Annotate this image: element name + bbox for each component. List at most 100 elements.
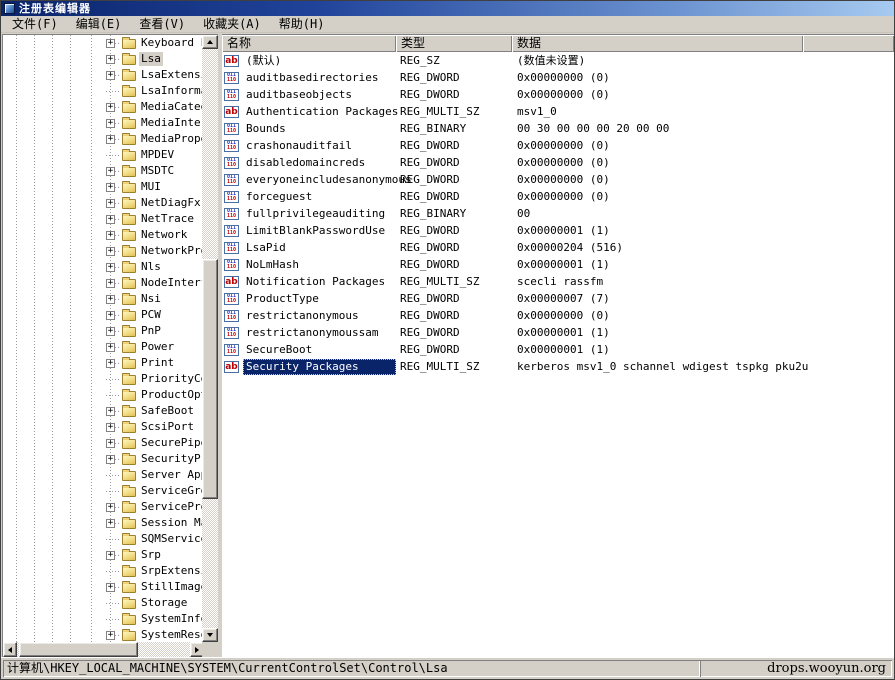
expand-toggle[interactable]: + [106, 439, 115, 448]
tree-item[interactable]: +MediaPrope [3, 131, 202, 147]
tree-item[interactable]: ProductOpt [3, 387, 202, 403]
scroll-up-button[interactable] [202, 35, 218, 49]
tree-item[interactable]: +NetTrace [3, 211, 202, 227]
tree-item[interactable]: Storage [3, 595, 202, 611]
tree-item[interactable]: +MediaCateg [3, 99, 202, 115]
registry-value-row[interactable]: 011110everyoneincludesanonymousREG_DWORD… [222, 171, 894, 188]
tree-item[interactable]: +StillImage [3, 579, 202, 595]
registry-value-row[interactable]: ab(默认)REG_SZ(数值未设置) [222, 52, 894, 69]
registry-value-row[interactable]: 011110restrictanonymousREG_DWORD0x000000… [222, 307, 894, 324]
registry-value-row[interactable]: 011110crashonauditfailREG_DWORD0x0000000… [222, 137, 894, 154]
tree-item[interactable]: +Nls [3, 259, 202, 275]
expand-toggle[interactable]: + [106, 199, 115, 208]
tree-item[interactable]: +SystemReso [3, 627, 202, 642]
tree-item[interactable]: +MSDTC [3, 163, 202, 179]
expand-toggle[interactable]: + [106, 455, 115, 464]
registry-value-row[interactable]: abSecurity PackagesREG_MULTI_SZkerberos … [222, 358, 894, 375]
tree-item[interactable]: ServiceGro [3, 483, 202, 499]
tree-item[interactable]: +MUI [3, 179, 202, 195]
tree-item[interactable]: +NetDiagFx [3, 195, 202, 211]
registry-value-row[interactable]: 011110NoLmHashREG_DWORD0x00000001 (1) [222, 256, 894, 273]
scroll-down-button[interactable] [202, 628, 218, 642]
registry-value-row[interactable]: 011110LsaPidREG_DWORD0x00000204 (516) [222, 239, 894, 256]
registry-value-row[interactable]: 011110fullprivilegeauditingREG_BINARY00 [222, 205, 894, 222]
registry-value-row[interactable]: abAuthentication PackagesREG_MULTI_SZmsv… [222, 103, 894, 120]
title-bar[interactable]: 注册表编辑器 [1, 1, 894, 16]
tree-item[interactable]: +Power [3, 339, 202, 355]
expand-toggle[interactable]: + [106, 263, 115, 272]
column-header-name[interactable]: 名称 [222, 35, 396, 52]
registry-value-row[interactable]: 011110auditbasedirectoriesREG_DWORD0x000… [222, 69, 894, 86]
tree-item[interactable]: +Network [3, 227, 202, 243]
menu-item[interactable]: 编辑(E) [67, 16, 131, 32]
tree-item[interactable]: +SafeBoot [3, 403, 202, 419]
expand-toggle[interactable]: + [106, 343, 115, 352]
expand-toggle[interactable]: + [106, 215, 115, 224]
column-header-type[interactable]: 类型 [396, 35, 512, 52]
expand-toggle[interactable]: + [106, 503, 115, 512]
registry-value-row[interactable]: 011110BoundsREG_BINARY00 30 00 00 00 20 … [222, 120, 894, 137]
expand-toggle[interactable]: + [106, 55, 115, 64]
menu-item[interactable]: 文件(F) [3, 16, 67, 32]
expand-toggle[interactable]: + [106, 39, 115, 48]
registry-value-row[interactable]: abNotification PackagesREG_MULTI_SZscecl… [222, 273, 894, 290]
tree-item[interactable]: +Nsi [3, 291, 202, 307]
expand-toggle[interactable]: + [106, 359, 115, 368]
registry-value-row[interactable]: 011110ProductTypeREG_DWORD0x00000007 (7) [222, 290, 894, 307]
expand-toggle[interactable]: + [106, 631, 115, 640]
menu-item[interactable]: 查看(V) [130, 16, 194, 32]
column-header-data[interactable]: 数据 [512, 35, 803, 52]
registry-value-row[interactable]: 011110SecureBootREG_DWORD0x00000001 (1) [222, 341, 894, 358]
expand-toggle[interactable]: + [106, 295, 115, 304]
expand-toggle[interactable]: + [106, 407, 115, 416]
expand-toggle[interactable]: + [106, 551, 115, 560]
tree-item[interactable]: +Lsa [3, 51, 202, 67]
expand-toggle[interactable]: + [106, 247, 115, 256]
tree-item[interactable]: +MediaInter [3, 115, 202, 131]
tree-item[interactable]: +Srp [3, 547, 202, 563]
vertical-scroll-thumb[interactable] [202, 259, 218, 499]
menu-item[interactable]: 收藏夹(A) [194, 16, 270, 32]
tree-item[interactable]: +PnP [3, 323, 202, 339]
tree-item[interactable]: SystemInfo [3, 611, 202, 627]
expand-toggle[interactable]: + [106, 519, 115, 528]
expand-toggle[interactable]: + [106, 183, 115, 192]
registry-value-row[interactable]: 011110disabledomaincredsREG_DWORD0x00000… [222, 154, 894, 171]
expand-toggle[interactable]: + [106, 119, 115, 128]
registry-value-row[interactable]: 011110auditbaseobjectsREG_DWORD0x0000000… [222, 86, 894, 103]
tree-item[interactable]: SQMService [3, 531, 202, 547]
tree-item[interactable]: MPDEV [3, 147, 202, 163]
expand-toggle[interactable]: + [106, 423, 115, 432]
tree-item[interactable]: +ScsiPort [3, 419, 202, 435]
tree-item[interactable]: +Print [3, 355, 202, 371]
tree-item[interactable]: LsaInforma [3, 83, 202, 99]
horizontal-scroll-thumb[interactable] [19, 642, 138, 657]
expand-toggle[interactable]: + [106, 311, 115, 320]
app-icon[interactable] [4, 3, 15, 14]
expand-toggle[interactable]: + [106, 279, 115, 288]
tree-horizontal-scrollbar[interactable] [3, 642, 204, 657]
registry-value-row[interactable]: 011110forceguestREG_DWORD0x00000000 (0) [222, 188, 894, 205]
expand-toggle[interactable]: + [106, 327, 115, 336]
tree-item[interactable]: +SecurityPr [3, 451, 202, 467]
tree-item[interactable]: +LsaExtensi [3, 67, 202, 83]
tree-item[interactable]: SrpExtensi [3, 563, 202, 579]
tree-vertical-scrollbar[interactable] [202, 35, 218, 642]
tree-item[interactable]: Server App [3, 467, 202, 483]
expand-toggle[interactable]: + [106, 231, 115, 240]
registry-value-row[interactable]: 011110restrictanonymoussamREG_DWORD0x000… [222, 324, 894, 341]
expand-toggle[interactable]: + [106, 71, 115, 80]
scroll-left-button[interactable] [3, 642, 17, 657]
registry-value-row[interactable]: 011110LimitBlankPasswordUseREG_DWORD0x00… [222, 222, 894, 239]
tree-item[interactable]: PriorityCo [3, 371, 202, 387]
tree-item[interactable]: +Keyboard L [3, 35, 202, 51]
tree-item[interactable]: +ServicePro [3, 499, 202, 515]
expand-toggle[interactable]: + [106, 167, 115, 176]
tree-item[interactable]: +SecurePipe [3, 435, 202, 451]
expand-toggle[interactable]: + [106, 103, 115, 112]
expand-toggle[interactable]: + [106, 583, 115, 592]
tree-item[interactable]: +NetworkPro [3, 243, 202, 259]
tree-item[interactable]: +Session Ma [3, 515, 202, 531]
expand-toggle[interactable]: + [106, 135, 115, 144]
tree-item[interactable]: +NodeInterf [3, 275, 202, 291]
